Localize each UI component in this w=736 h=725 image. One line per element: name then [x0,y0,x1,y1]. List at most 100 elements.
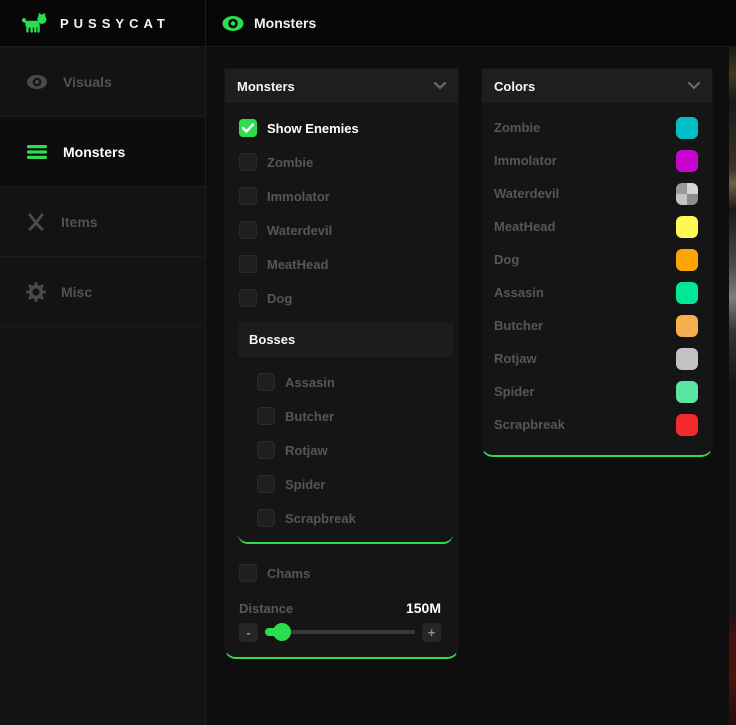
eye-icon [222,15,244,32]
color-row-label: Spider [494,384,534,399]
sidebar-item-label: Visuals [63,74,112,90]
show-enemies-label: Show Enemies [267,121,359,136]
colors-list: Zombie Immolator Waterdevil MeatHead Dog [482,103,712,455]
color-row[interactable]: Rotjaw [482,342,712,375]
boss-label: Rotjaw [285,443,328,458]
boss-checkbox-row[interactable]: Spider [238,467,453,501]
checkbox-unchecked[interactable] [239,153,257,171]
distance-slider[interactable] [265,622,415,642]
enemy-label: Waterdevil [267,223,332,238]
bosses-group: Bosses Assasin Butcher [238,322,453,544]
color-swatch[interactable] [676,150,698,172]
color-row-label: Scrapbreak [494,417,565,432]
color-row[interactable]: Dog [482,243,712,276]
color-row-label: Butcher [494,318,543,333]
distance-label: Distance [239,601,293,616]
color-row[interactable]: Scrapbreak [482,408,712,441]
color-swatch[interactable] [676,117,698,139]
color-swatch[interactable] [676,414,698,436]
sidebar-item-label: Monsters [63,144,125,160]
bosses-list: Assasin Butcher Rotjaw Spider [238,357,453,535]
chams-checkbox-row[interactable]: Chams [225,556,458,590]
boss-label: Scrapbreak [285,511,356,526]
checkbox-unchecked[interactable] [257,407,275,425]
enemy-label: MeatHead [267,257,328,272]
menu-icon [26,144,48,160]
color-row[interactable]: Immolator [482,144,712,177]
color-swatch[interactable] [676,348,698,370]
monsters-panel: Monsters Show Enemies Zombie [224,68,459,659]
page-title: Monsters [254,15,316,31]
color-swatch[interactable] [676,381,698,403]
boss-checkbox-row[interactable]: Scrapbreak [238,501,453,535]
enemies-list: Zombie Immolator Waterdevil MeatHead [225,145,458,315]
slider-thumb[interactable] [273,623,291,641]
checkbox-unchecked[interactable] [239,187,257,205]
cat-logo-icon [20,12,50,34]
checkbox-unchecked[interactable] [239,289,257,307]
checkbox-unchecked[interactable] [239,255,257,273]
sidebar-item-items[interactable]: Items [0,187,205,257]
enemy-checkbox-row[interactable]: Immolator [225,179,458,213]
enemy-checkbox-row[interactable]: Waterdevil [225,213,458,247]
checkbox-unchecked[interactable] [257,441,275,459]
show-enemies-checkbox-row[interactable]: Show Enemies [225,111,458,145]
color-swatch[interactable] [676,216,698,238]
color-row-label: MeatHead [494,219,555,234]
distance-control: Distance 150M - + [239,600,441,657]
bosses-section-header: Bosses [238,322,453,357]
sidebar-item-monsters[interactable]: Monsters [0,117,205,187]
boss-checkbox-row[interactable]: Assasin [238,365,453,399]
enemy-label: Zombie [267,155,313,170]
color-row[interactable]: Assasin [482,276,712,309]
checkbox-unchecked[interactable] [239,221,257,239]
color-row[interactable]: Butcher [482,309,712,342]
distance-increment-button[interactable]: + [422,623,441,642]
sidebar-item-label: Items [61,214,98,230]
color-row-label: Dog [494,252,519,267]
color-row-label: Rotjaw [494,351,537,366]
colors-panel: Colors Zombie Immolator Waterdevil [481,68,713,457]
color-row[interactable]: Waterdevil [482,177,712,210]
swords-icon [26,213,46,231]
color-row-label: Immolator [494,153,557,168]
monsters-panel-header[interactable]: Monsters [225,69,458,103]
top-bar: PUSSYCAT Monsters [0,0,736,47]
checkbox-unchecked[interactable] [257,373,275,391]
enemy-checkbox-row[interactable]: Zombie [225,145,458,179]
checkbox-unchecked[interactable] [257,475,275,493]
color-swatch[interactable] [676,249,698,271]
checkbox-checked[interactable] [239,119,257,137]
sidebar-item-visuals[interactable]: Visuals [0,47,205,117]
color-row[interactable]: MeatHead [482,210,712,243]
color-row-label: Assasin [494,285,544,300]
color-row[interactable]: Spider [482,375,712,408]
chevron-down-icon [434,82,446,90]
color-swatch[interactable] [676,183,698,205]
boss-label: Spider [285,477,325,492]
distance-value: 150M [406,600,441,616]
boss-checkbox-row[interactable]: Rotjaw [238,433,453,467]
sidebar-item-misc[interactable]: Misc [0,257,205,327]
enemy-checkbox-row[interactable]: MeatHead [225,247,458,281]
sidebar-item-label: Misc [61,284,92,300]
boss-label: Assasin [285,375,335,390]
color-swatch[interactable] [676,282,698,304]
color-row[interactable]: Zombie [482,111,712,144]
sidebar: Visuals Monsters Items [0,47,206,725]
gear-icon [26,282,46,302]
enemy-label: Immolator [267,189,330,204]
eye-icon [26,74,48,90]
bosses-section-title: Bosses [249,332,295,347]
enemy-checkbox-row[interactable]: Dog [225,281,458,315]
boss-checkbox-row[interactable]: Butcher [238,399,453,433]
screen-edge-artifact [729,47,736,725]
color-row-label: Waterdevil [494,186,559,201]
distance-decrement-button[interactable]: - [239,623,258,642]
color-swatch[interactable] [676,315,698,337]
color-row-label: Zombie [494,120,540,135]
enemy-label: Dog [267,291,292,306]
checkbox-unchecked[interactable] [239,564,257,582]
colors-panel-header[interactable]: Colors [482,69,712,103]
checkbox-unchecked[interactable] [257,509,275,527]
